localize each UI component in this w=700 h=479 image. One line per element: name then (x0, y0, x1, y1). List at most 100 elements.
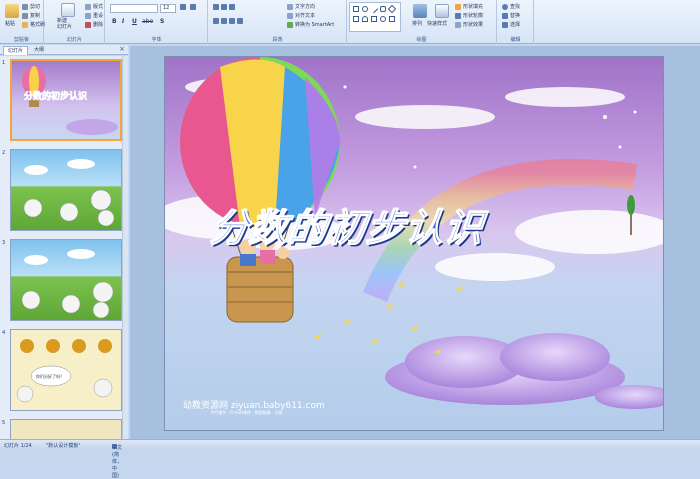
text-direction-button[interactable]: 文字方向 (287, 3, 315, 10)
format-painter-button[interactable]: 格式刷 (22, 21, 45, 28)
thumb-number: 1 (2, 60, 6, 66)
quick-styles-button[interactable]: 快速样式 (427, 20, 447, 27)
shrink-font-icon (190, 4, 196, 10)
watermark-sub: PPT课件 · FLASH课件 · 教案故事 · 试卷 (211, 410, 283, 415)
editing-label: 编辑 (510, 37, 521, 43)
italic-button[interactable]: I (122, 18, 124, 25)
thumbnail-4-art: 你们分好了吗？ (16, 339, 113, 403)
delete-icon (85, 21, 91, 28)
diamond-shape-icon[interactable] (387, 4, 397, 14)
slides-label: 幻灯片 (66, 37, 82, 43)
select-button[interactable]: 选择 (502, 21, 520, 28)
star-shape-icon[interactable] (389, 16, 395, 22)
slide-thumbnails[interactable]: 1 分数的初步认识 2 3 4 你们分好了吗？ 5 (0, 56, 128, 439)
panel-tabs: 幻灯片 大纲 × (0, 45, 128, 55)
bold-button[interactable]: B (112, 18, 117, 25)
theme-name: "默认设计模板" (46, 443, 81, 449)
replace-button[interactable]: 替换 (502, 12, 520, 19)
thumbnail-slide-1[interactable]: 分数的初步认识 (10, 59, 122, 141)
thumbnail-slide-5[interactable] (10, 419, 122, 439)
thumbnail-slide-4[interactable]: 你们分好了吗？ (10, 329, 122, 411)
paste-button[interactable]: 粘贴 (5, 20, 15, 27)
underline-button[interactable]: U (132, 18, 137, 25)
shape-effects-button[interactable]: 形状效果 (455, 21, 483, 28)
shape-fill-button[interactable]: 形状填充 (455, 3, 483, 10)
status-bar: 幻灯片 1/24 "默认设计模板" 中文(简体，中国) (0, 439, 700, 479)
thumbnail-scrollbar[interactable] (122, 56, 128, 439)
line-shape-icon[interactable] (369, 4, 379, 14)
shape-outline-button[interactable]: 形状轮廓 (455, 12, 483, 19)
arrange-button[interactable]: 排列 (412, 20, 422, 27)
align-text-button[interactable]: 对齐文本 (287, 12, 315, 19)
text-direction-icon (287, 3, 293, 10)
thumbnail-4-bubble: 你们分好了吗？ (36, 373, 64, 379)
clipboard-group: 粘贴 剪切 复制 格式刷 剪贴板 (0, 0, 45, 44)
align-center-icon (221, 18, 227, 24)
paragraph-group: 文字方向 对齐文本 转换为 SmartArt 段落 (209, 0, 347, 44)
close-pane-icon[interactable]: × (119, 45, 125, 53)
thumbnail-1-art: 分数的初步认识 (22, 66, 118, 135)
oval-shape-icon[interactable] (362, 6, 368, 12)
arc-shape-icon[interactable] (362, 16, 368, 22)
smiley-shape-icon[interactable] (380, 16, 386, 22)
new-slide-icon[interactable] (61, 3, 75, 17)
smartart-icon (287, 21, 293, 28)
clipboard-label: 剪贴板 (13, 37, 29, 43)
grow-font-button[interactable] (180, 4, 188, 11)
thumbnail-slide-2[interactable] (10, 149, 122, 231)
numbering-icon (221, 4, 227, 10)
quick-styles-icon[interactable] (435, 4, 449, 18)
bullets-icon (213, 4, 219, 10)
font-name-combo[interactable] (110, 4, 158, 13)
find-icon (502, 3, 508, 10)
copy-icon (22, 12, 28, 19)
thumb-number: 3 (2, 240, 6, 246)
thumbnail-1-title: 分数的初步认识 (24, 90, 87, 102)
grow-font-icon (180, 4, 186, 10)
delete-button[interactable]: 删除 (85, 21, 103, 28)
shadow-button[interactable]: S (160, 18, 164, 25)
cut-button[interactable]: 剪切 (22, 3, 40, 10)
layout-button[interactable]: 版式 (85, 3, 103, 10)
strike-button[interactable]: abe (142, 18, 153, 25)
thumbnail-slide-3[interactable] (10, 239, 122, 321)
paste-icon[interactable] (5, 4, 19, 18)
rounded-rect-shape-icon[interactable] (380, 6, 386, 12)
shape-fill-icon (455, 3, 461, 10)
replace-icon (502, 12, 508, 19)
new-slide-button[interactable]: 新建 幻灯片 (57, 18, 72, 30)
align-right-icon (229, 18, 235, 24)
thumb-number: 2 (2, 150, 6, 156)
drawing-label: 绘图 (416, 37, 427, 43)
reset-icon (85, 12, 91, 19)
ribbon: 粘贴 剪切 复制 格式刷 剪贴板 新建 幻灯片 版式 重设 删除 幻灯片 12 … (0, 0, 700, 44)
textbox-shape-icon[interactable] (353, 16, 359, 22)
purple-cloud-image (385, 333, 663, 409)
format-painter-icon (22, 21, 28, 28)
editing-group: 查找 替换 选择 编辑 (498, 0, 534, 44)
smartart-button[interactable]: 转换为 SmartArt (287, 21, 334, 28)
paragraph-label: 段落 (272, 37, 283, 43)
font-group: 12 B I U abe S 字体 (106, 0, 208, 44)
shapes-gallery[interactable] (349, 2, 401, 32)
arrow-shape-icon[interactable] (371, 16, 377, 22)
copy-button[interactable]: 复制 (22, 12, 40, 19)
find-button[interactable]: 查找 (502, 3, 520, 10)
rectangle-shape-icon[interactable] (353, 6, 359, 12)
tab-slides[interactable]: 幻灯片 (3, 46, 29, 55)
tab-outline[interactable]: 大纲 (30, 46, 48, 55)
reset-button[interactable]: 重设 (85, 12, 103, 19)
thumbnail-2-art (23, 159, 115, 227)
shrink-font-button[interactable] (190, 4, 198, 11)
slide-editing-area: 分数的初步认识 幼教资源网 ziyuan.baby611.com PPT课件 ·… (130, 46, 700, 439)
align-buttons[interactable] (213, 18, 245, 25)
drawing-group: 排列 快速样式 形状填充 形状轮廓 形状效果 绘图 (347, 0, 497, 44)
arrange-icon[interactable] (413, 4, 427, 18)
slide-canvas[interactable]: 分数的初步认识 幼教资源网 ziyuan.baby611.com PPT课件 ·… (164, 56, 664, 431)
cut-icon (22, 3, 28, 10)
font-size-combo[interactable]: 12 (160, 4, 176, 13)
justify-icon (237, 18, 243, 24)
bullets-button[interactable] (213, 4, 237, 11)
indent-icon (229, 4, 235, 10)
slide-title[interactable]: 分数的初步认识 (208, 197, 487, 252)
